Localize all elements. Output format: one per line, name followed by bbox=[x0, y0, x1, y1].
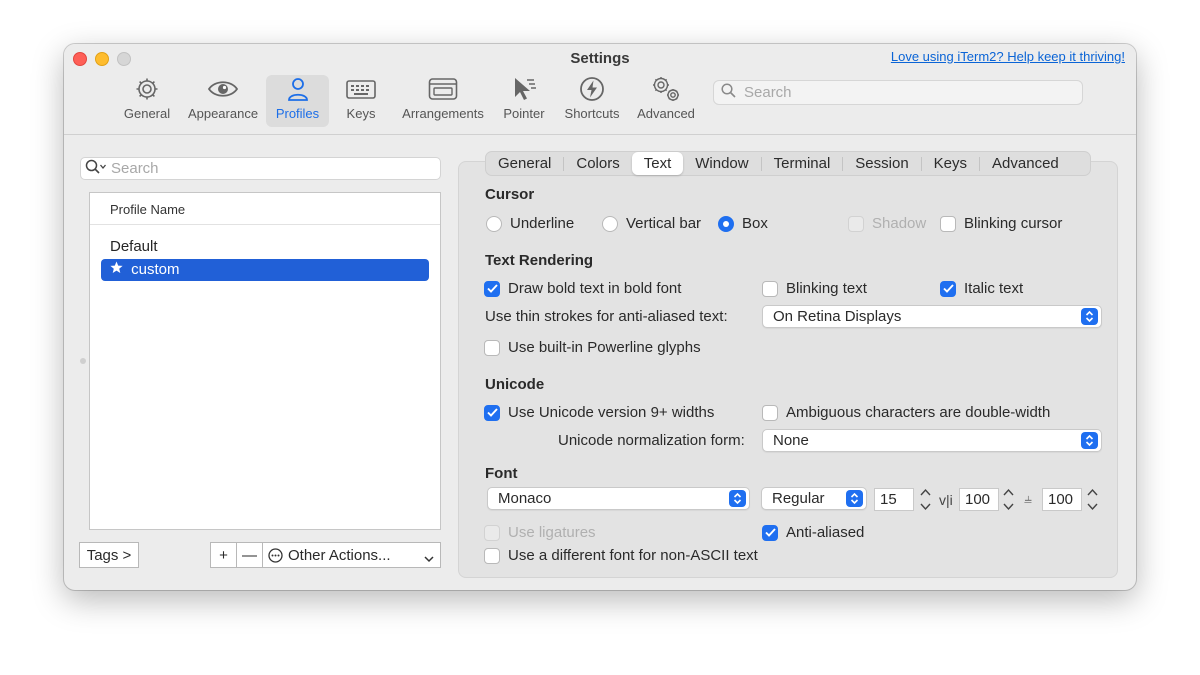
tab-general[interactable]: General bbox=[486, 152, 563, 175]
powerline-glyphs-option[interactable]: Use built-in Powerline glyphs bbox=[484, 339, 701, 356]
titlebar: Settings Love using iTerm2? Help keep it… bbox=[64, 44, 1136, 135]
toolbar-search-input[interactable] bbox=[744, 84, 1044, 101]
toolbar-arrangements[interactable]: Arrangements bbox=[398, 75, 488, 127]
profile-row-default[interactable]: Default bbox=[101, 236, 429, 258]
cursor-vertical-bar-radio[interactable] bbox=[602, 215, 618, 232]
ligatures-checkbox bbox=[484, 524, 500, 541]
toolbar-general[interactable]: General bbox=[120, 75, 174, 127]
profile-name-column-header[interactable]: Profile Name bbox=[90, 193, 440, 225]
ligatures-option: Use ligatures bbox=[484, 524, 596, 541]
popup-arrows-icon bbox=[1081, 432, 1098, 449]
font-weight-popup[interactable]: Regular bbox=[761, 487, 867, 510]
pointer-icon bbox=[511, 75, 537, 103]
popup-arrows-icon bbox=[729, 490, 746, 507]
font-family-popup[interactable]: Monaco bbox=[487, 487, 750, 510]
tab-colors[interactable]: Colors bbox=[564, 152, 631, 175]
unicode-widths-checkbox[interactable] bbox=[484, 404, 500, 421]
blinking-cursor-option[interactable]: Blinking cursor bbox=[940, 215, 1062, 232]
tab-session[interactable]: Session bbox=[843, 152, 920, 175]
other-actions-button[interactable]: Other Actions... bbox=[262, 542, 441, 568]
cursor-shadow-checkbox bbox=[848, 215, 864, 232]
thin-strokes-popup[interactable]: On Retina Displays bbox=[762, 305, 1102, 328]
tab-window[interactable]: Window bbox=[683, 152, 760, 175]
unicode-normalization-label: Unicode normalization form: bbox=[558, 432, 745, 449]
ambiguous-width-checkbox[interactable] bbox=[762, 404, 778, 421]
horizontal-spacing-icon: v|i bbox=[939, 492, 953, 508]
support-link[interactable]: Love using iTerm2? Help keep it thriving… bbox=[891, 49, 1125, 64]
anti-aliased-option[interactable]: Anti-aliased bbox=[762, 524, 864, 541]
gear-icon bbox=[134, 75, 160, 103]
blinking-text-checkbox[interactable] bbox=[762, 280, 778, 297]
cursor-box-radio[interactable] bbox=[718, 215, 734, 232]
unicode-normalization-popup[interactable]: None bbox=[762, 429, 1102, 452]
blinking-cursor-checkbox[interactable] bbox=[940, 215, 956, 232]
vertical-spacing-field[interactable]: 100 bbox=[1042, 488, 1082, 511]
window-arrangement-icon bbox=[428, 75, 458, 103]
blinking-text-option[interactable]: Blinking text bbox=[762, 280, 867, 297]
toolbar-pointer[interactable]: Pointer bbox=[500, 75, 548, 127]
tab-advanced[interactable]: Advanced bbox=[980, 152, 1071, 175]
cursor-underline-radio[interactable] bbox=[486, 215, 502, 232]
toolbar-search[interactable] bbox=[713, 80, 1083, 105]
cursor-box-option[interactable]: Box bbox=[718, 215, 768, 232]
toolbar-appearance[interactable]: Appearance bbox=[184, 75, 262, 127]
toolbar-shortcuts[interactable]: Shortcuts bbox=[561, 75, 623, 127]
cursor-underline-option[interactable]: Underline bbox=[486, 215, 574, 232]
gears-icon bbox=[650, 75, 682, 103]
profile-search-input[interactable] bbox=[111, 160, 411, 177]
tab-terminal[interactable]: Terminal bbox=[762, 152, 843, 175]
eye-icon bbox=[207, 75, 239, 103]
font-size-stepper[interactable] bbox=[919, 488, 932, 511]
toolbar-keys[interactable]: Keys bbox=[340, 75, 382, 127]
font-section-title: Font bbox=[485, 465, 518, 482]
italic-text-option[interactable]: Italic text bbox=[940, 280, 1023, 297]
cursor-shadow-option: Shadow bbox=[848, 215, 926, 232]
cursor-vertical-bar-option[interactable]: Vertical bar bbox=[602, 215, 701, 232]
search-filter-icon bbox=[85, 159, 107, 179]
chevron-down-icon bbox=[424, 550, 434, 567]
ellipsis-circle-icon bbox=[268, 547, 283, 563]
non-ascii-font-checkbox[interactable] bbox=[484, 547, 500, 564]
bold-font-checkbox[interactable] bbox=[484, 280, 500, 297]
anti-aliased-checkbox[interactable] bbox=[762, 524, 778, 541]
horizontal-spacing-field[interactable]: 100 bbox=[959, 488, 999, 511]
tags-button[interactable]: Tags > bbox=[79, 542, 139, 568]
cursor-section-title: Cursor bbox=[485, 186, 535, 203]
italic-text-checkbox[interactable] bbox=[940, 280, 956, 297]
popup-arrows-icon bbox=[1081, 308, 1098, 325]
popup-arrows-icon bbox=[846, 490, 863, 507]
vertical-spacing-stepper[interactable] bbox=[1086, 488, 1099, 511]
profile-search[interactable] bbox=[80, 157, 441, 180]
text-rendering-section-title: Text Rendering bbox=[485, 252, 594, 269]
person-icon bbox=[286, 75, 310, 103]
lightning-icon bbox=[579, 75, 605, 103]
tab-keys[interactable]: Keys bbox=[922, 152, 979, 175]
remove-profile-button[interactable]: — bbox=[236, 542, 263, 568]
profile-tabs: General Colors Text Window Terminal Sess… bbox=[485, 151, 1091, 176]
font-size-field[interactable]: 15 bbox=[874, 488, 914, 511]
keyboard-icon bbox=[346, 75, 376, 103]
add-profile-button[interactable]: + bbox=[210, 542, 237, 568]
powerline-glyphs-checkbox[interactable] bbox=[484, 339, 500, 356]
split-view-handle[interactable] bbox=[80, 358, 86, 364]
profile-list: Profile Name Default custom bbox=[89, 192, 441, 530]
search-icon bbox=[721, 82, 736, 103]
unicode-widths-option[interactable]: Use Unicode version 9+ widths bbox=[484, 404, 714, 421]
tab-text[interactable]: Text bbox=[631, 152, 684, 175]
profile-row-custom[interactable]: custom bbox=[101, 259, 429, 281]
unicode-section-title: Unicode bbox=[485, 376, 545, 393]
non-ascii-font-option[interactable]: Use a different font for non-ASCII text bbox=[484, 547, 758, 564]
toolbar-profiles[interactable]: Profiles bbox=[266, 75, 329, 127]
settings-window: Settings Love using iTerm2? Help keep it… bbox=[64, 44, 1136, 590]
star-icon bbox=[110, 259, 123, 281]
bold-font-option[interactable]: Draw bold text in bold font bbox=[484, 280, 681, 297]
horizontal-spacing-stepper[interactable] bbox=[1002, 488, 1015, 511]
toolbar-advanced[interactable]: Advanced bbox=[634, 75, 698, 127]
ambiguous-width-option[interactable]: Ambiguous characters are double-width bbox=[762, 404, 1050, 421]
thin-strokes-label: Use thin strokes for anti-aliased text: bbox=[485, 308, 728, 325]
vertical-spacing-icon: ⫨ bbox=[1024, 490, 1032, 506]
